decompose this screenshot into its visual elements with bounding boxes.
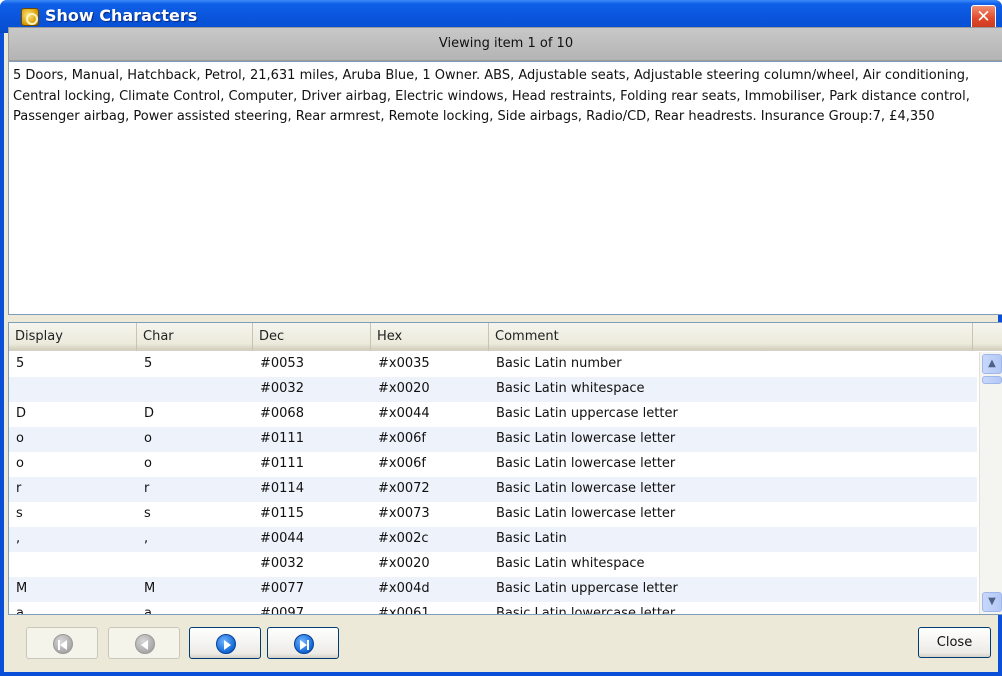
last-record-button[interactable] [267, 627, 339, 659]
cell-display: D [16, 406, 27, 421]
table-header: Display Char Dec Hex Comment [9, 323, 1002, 351]
cell-char: D [144, 406, 155, 421]
cell-hex: #x0020 [378, 381, 430, 396]
cell-char: s [144, 506, 151, 521]
cell-char: M [144, 581, 156, 596]
cell-display: , [16, 531, 21, 546]
table-row[interactable]: , , #0044 #x002c Basic Latin [9, 527, 977, 552]
cell-dec: #0077 [260, 581, 304, 596]
cell-char: o [144, 456, 152, 471]
cell-hex: #x0072 [378, 481, 430, 496]
table-row[interactable]: M M #0077 #x004d Basic Latin uppercase l… [9, 577, 977, 602]
cell-hex: #x006f [378, 456, 426, 471]
table-row[interactable]: #0032 #x0020 Basic Latin whitespace [9, 552, 977, 577]
cell-hex: #x0020 [378, 556, 430, 571]
cell-display: o [16, 456, 24, 471]
cell-char [137, 552, 144, 577]
viewing-status: Viewing item 1 of 10 [8, 27, 1002, 61]
column-header-hex[interactable]: Hex [371, 323, 489, 351]
item-text-box[interactable]: 5 Doors, Manual, Hatchback, Petrol, 21,6… [8, 61, 1002, 315]
table-row[interactable]: r r #0114 #x0072 Basic Latin lowercase l… [9, 477, 977, 502]
table-row[interactable]: a a #0097 #x0061 Basic Latin lowercase l… [9, 602, 977, 614]
next-record-button[interactable] [189, 627, 261, 659]
last-record-icon [294, 634, 314, 654]
column-header-display[interactable]: Display [9, 323, 137, 351]
cell-char [137, 377, 144, 402]
cell-dec: #0068 [260, 406, 304, 421]
table-row[interactable]: #0032 #x0020 Basic Latin whitespace [9, 377, 977, 402]
table-body: 5 5 #0053 #x0035 Basic Latin number #003… [9, 352, 977, 614]
table-row[interactable]: s s #0115 #x0073 Basic Latin lowercase l… [9, 502, 977, 527]
column-header-dec[interactable]: Dec [253, 323, 371, 351]
scroll-up-button[interactable]: ▲ [982, 354, 1002, 374]
cell-comment: Basic Latin lowercase letter [496, 606, 676, 614]
cell-char: r [144, 481, 150, 496]
cell-hex: #x0061 [378, 606, 430, 614]
app-icon [21, 8, 39, 26]
window-title: Show Characters [45, 6, 198, 25]
cell-display: o [16, 431, 24, 446]
cell-dec: #0032 [260, 381, 304, 396]
show-characters-window: Show Characters ✕ Viewing item 1 of 10 5… [0, 0, 1002, 676]
cell-dec: #0111 [260, 456, 304, 471]
cell-char: o [144, 431, 152, 446]
cell-hex: #x006f [378, 431, 426, 446]
cell-dec: #0053 [260, 356, 304, 371]
cell-display [9, 377, 16, 402]
cell-dec: #0114 [260, 481, 304, 496]
characters-table: Display Char Dec Hex Comment 5 5 #0053 #… [8, 322, 1002, 615]
table-row[interactable]: o o #0111 #x006f Basic Latin lowercase l… [9, 452, 977, 477]
table-row[interactable]: 5 5 #0053 #x0035 Basic Latin number [9, 352, 977, 377]
cell-hex: #x002c [378, 531, 429, 546]
cell-comment: Basic Latin lowercase letter [496, 431, 676, 446]
cell-char: 5 [144, 356, 153, 371]
table-row[interactable]: D D #0068 #x0044 Basic Latin uppercase l… [9, 402, 977, 427]
previous-record-button[interactable] [108, 627, 180, 659]
cell-display [9, 552, 16, 577]
scroll-thumb[interactable] [982, 376, 1002, 384]
cell-dec: #0097 [260, 606, 304, 614]
cell-comment: Basic Latin [496, 531, 567, 546]
cell-display: a [16, 606, 24, 614]
first-record-button[interactable] [26, 627, 98, 659]
previous-record-icon [135, 634, 155, 654]
cell-comment: Basic Latin uppercase letter [496, 581, 678, 596]
cell-hex: #x0044 [378, 406, 430, 421]
column-header-char[interactable]: Char [137, 323, 253, 351]
vertical-scrollbar[interactable]: ▲ ▼ [979, 352, 1002, 614]
column-header-comment[interactable]: Comment [489, 323, 973, 351]
cell-char: a [144, 606, 152, 614]
chevron-down-icon: ▼ [988, 596, 996, 607]
next-record-icon [216, 634, 236, 654]
cell-comment: Basic Latin lowercase letter [496, 456, 676, 471]
cell-display: r [16, 481, 22, 496]
first-record-icon [53, 634, 73, 654]
cell-hex: #x0035 [378, 356, 430, 371]
cell-hex: #x004d [378, 581, 430, 596]
cell-display: 5 [16, 356, 25, 371]
cell-comment: Basic Latin number [496, 356, 622, 371]
cell-dec: #0115 [260, 506, 304, 521]
cell-dec: #0044 [260, 531, 304, 546]
cell-display: s [16, 506, 23, 521]
cell-comment: Basic Latin lowercase letter [496, 481, 676, 496]
cell-comment: Basic Latin uppercase letter [496, 406, 678, 421]
cell-dec: #0032 [260, 556, 304, 571]
cell-char: , [144, 531, 149, 546]
cell-comment: Basic Latin lowercase letter [496, 506, 676, 521]
table-row[interactable]: o o #0111 #x006f Basic Latin lowercase l… [9, 427, 977, 452]
cell-hex: #x0073 [378, 506, 430, 521]
close-button[interactable]: Close [918, 627, 991, 658]
cell-dec: #0111 [260, 431, 304, 446]
cell-comment: Basic Latin whitespace [496, 556, 645, 571]
chevron-up-icon: ▲ [988, 358, 996, 369]
cell-comment: Basic Latin whitespace [496, 381, 645, 396]
cell-display: M [16, 581, 28, 596]
scroll-down-button[interactable]: ▼ [982, 592, 1002, 612]
